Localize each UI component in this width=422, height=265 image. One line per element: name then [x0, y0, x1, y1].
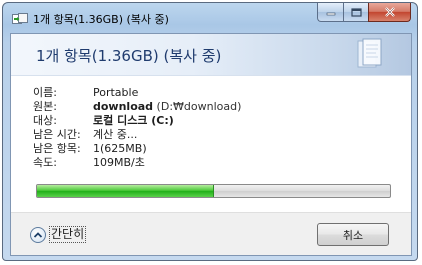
minimize-button[interactable] — [317, 3, 343, 22]
items-remaining-value: 1(625MB) — [93, 142, 147, 155]
destination-label: 대상: — [33, 114, 57, 127]
destination-link[interactable]: 로컬 디스크 (C:) — [93, 114, 174, 128]
items-remaining-label: 남은 항목: — [33, 142, 81, 155]
window-title: 1개 항목(1.36GB) (복사 중) — [33, 13, 169, 26]
time-remaining-label: 남은 시간: — [33, 128, 81, 141]
document-copy-icon — [357, 38, 382, 68]
maximize-button[interactable] — [343, 3, 368, 22]
source-path: (D:₩download) — [153, 100, 242, 113]
cancel-button[interactable]: 취소 — [317, 223, 389, 246]
title-bar[interactable]: 1개 항목(1.36GB) (복사 중) — [3, 3, 417, 33]
time-remaining-value: 계산 중... — [93, 128, 138, 141]
source-link[interactable]: download — [93, 100, 153, 113]
fewer-details-label[interactable]: 간단히 — [49, 226, 87, 243]
source-label: 원본: — [33, 100, 57, 113]
copy-progress-bar — [36, 184, 391, 198]
copy-files-icon — [12, 13, 28, 24]
header-band: 1개 항목(1.36GB) (복사 중) — [11, 34, 411, 76]
source-value-wrap: download (D:₩download) — [93, 100, 241, 114]
copy-dialog-window: 1개 항목(1.36GB) (복사 중) 1개 항목(1.36GB) (복사 중… — [2, 2, 418, 261]
dialog-client-area: 1개 항목(1.36GB) (복사 중) 이름: Portable 원본: do… — [10, 33, 412, 256]
chevron-up-icon — [30, 226, 46, 243]
speed-value: 109MB/초 — [93, 156, 145, 169]
maximize-icon — [350, 7, 362, 17]
header-title: 1개 항목(1.36GB) (복사 중) — [36, 47, 222, 65]
close-button[interactable] — [368, 3, 411, 22]
dialog-footer: 간단히 취소 — [11, 212, 411, 255]
speed-label: 속도: — [33, 156, 57, 169]
minimize-icon — [326, 12, 335, 16]
name-label: 이름: — [33, 86, 57, 99]
progress-fill — [37, 185, 214, 197]
caption-buttons — [317, 3, 411, 23]
fewer-details-toggle[interactable]: 간단히 — [30, 226, 87, 243]
close-icon — [384, 7, 395, 17]
name-value: Portable — [93, 86, 139, 99]
